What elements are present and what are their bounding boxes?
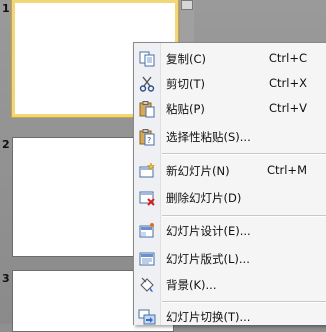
slide-number-1: 1 — [2, 2, 10, 15]
menu-item-label: 选择性粘贴(S)... — [166, 130, 251, 144]
delete-slide-icon — [138, 189, 156, 207]
paste-special-icon: ? — [138, 128, 156, 146]
slide-transition-icon — [138, 308, 156, 326]
menu-item-label: 删除幻灯片(D) — [166, 191, 242, 205]
menu-item-paste[interactable]: 粘贴(P) Ctrl+V — [134, 97, 326, 121]
slide-design-icon — [138, 222, 156, 240]
menu-item-label: 粘贴(P) — [166, 102, 205, 116]
menu-item-shortcut: Ctrl+C — [268, 51, 307, 65]
menu-item-slide-transition[interactable]: 幻灯片切换(T)... — [134, 305, 326, 329]
copy-icon — [138, 50, 156, 68]
menu-separator — [162, 215, 326, 217]
background-icon — [138, 276, 156, 294]
menu-item-label: 幻灯片版式(L)... — [166, 252, 250, 266]
menu-item-shortcut: Ctrl+X — [269, 76, 307, 90]
menu-item-new-slide[interactable]: 新幻灯片(N) Ctrl+M — [134, 159, 326, 183]
menu-item-shortcut: Ctrl+V — [269, 101, 307, 115]
paste-icon — [138, 100, 156, 118]
menu-item-label: 剪切(T) — [166, 77, 205, 91]
slide-layout-icon — [138, 250, 156, 268]
menu-item-cut[interactable]: 剪切(T) Ctrl+X — [134, 72, 326, 96]
slide-number-2: 2 — [2, 138, 10, 151]
menu-item-paste-special[interactable]: ? 选择性粘贴(S)... — [134, 125, 326, 149]
menu-item-label: 背景(K)... — [166, 278, 217, 292]
context-menu: 复制(C) Ctrl+C 剪切(T) Ctrl+X 粘贴(P) Ctrl+V ?… — [133, 42, 326, 325]
menu-item-background[interactable]: 背景(K)... — [134, 273, 326, 297]
menu-item-copy[interactable]: 复制(C) Ctrl+C — [134, 47, 326, 71]
slide-number-3: 3 — [2, 272, 10, 285]
menu-item-label: 复制(C) — [166, 52, 207, 66]
new-slide-icon — [138, 162, 156, 180]
scrollbar-thumb[interactable] — [181, 0, 193, 10]
menu-item-shortcut: Ctrl+M — [266, 163, 307, 177]
menu-item-slide-layout[interactable]: 幻灯片版式(L)... — [134, 247, 326, 271]
menu-item-delete-slide[interactable]: 删除幻灯片(D) — [134, 186, 326, 210]
svg-text:?: ? — [147, 136, 151, 145]
menu-item-label: 新幻灯片(N) — [166, 164, 230, 178]
menu-item-label: 幻灯片设计(E)... — [166, 224, 251, 238]
menu-separator — [162, 153, 326, 155]
cut-icon — [138, 75, 156, 93]
menu-item-label: 幻灯片切换(T)... — [166, 310, 251, 324]
menu-item-slide-design[interactable]: 幻灯片设计(E)... — [134, 219, 326, 243]
menu-separator — [162, 301, 326, 303]
